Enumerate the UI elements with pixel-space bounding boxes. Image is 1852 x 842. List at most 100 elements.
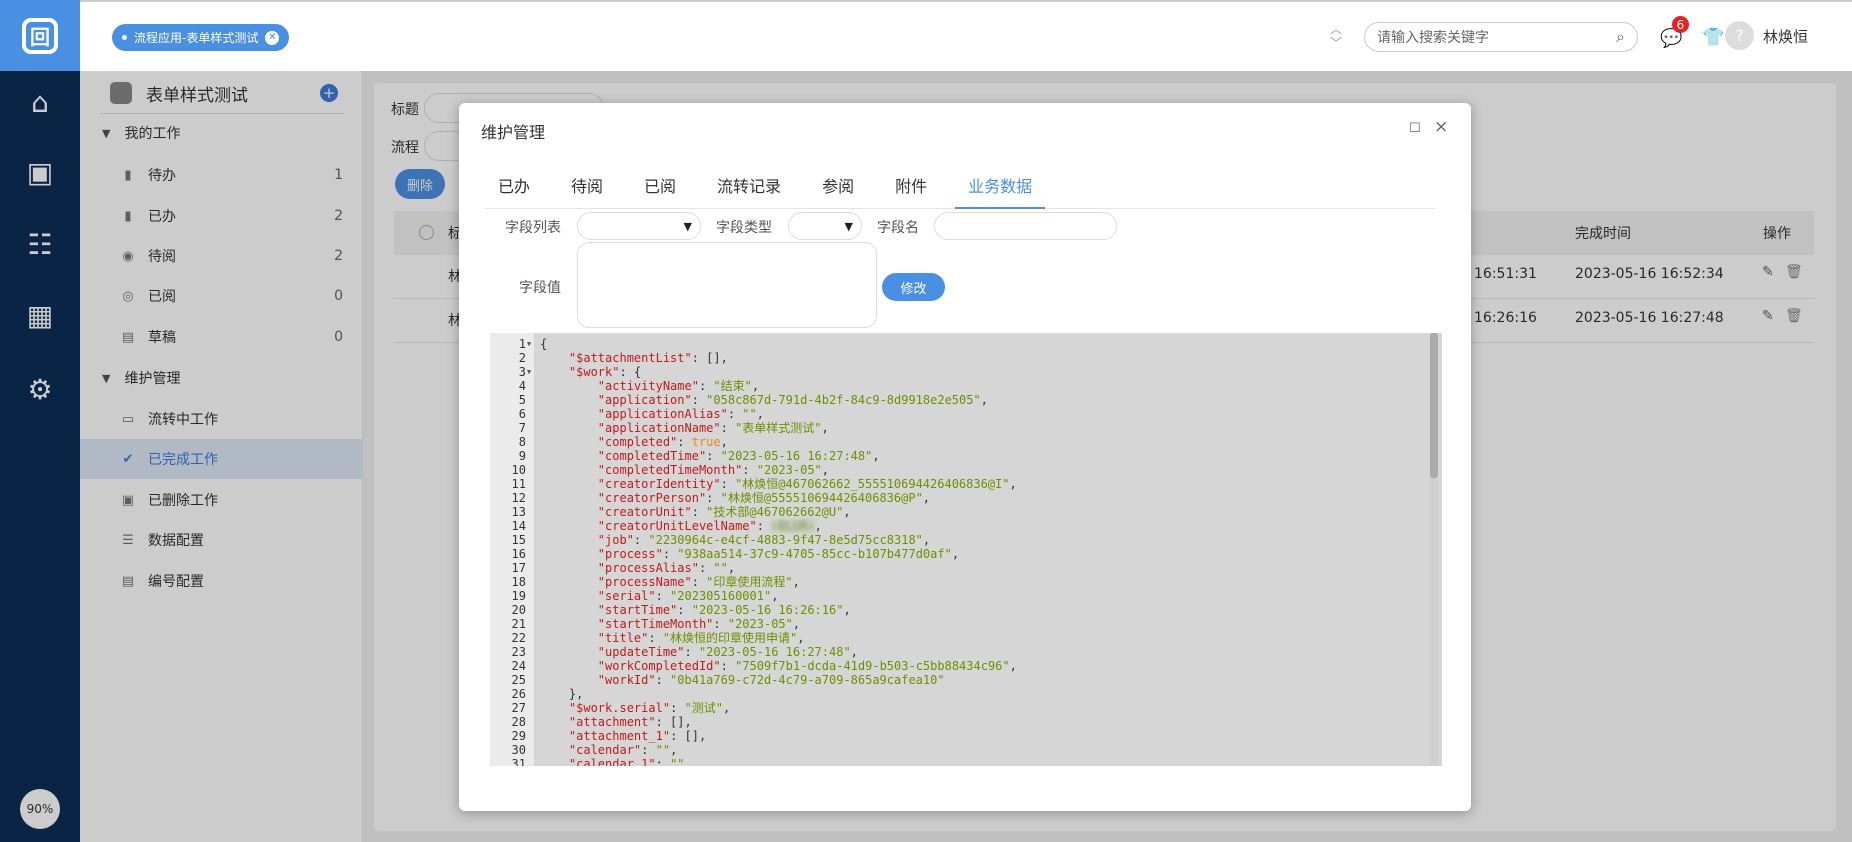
close-icon[interactable]: × [1434,117,1448,137]
app-logo[interactable]: 回 [0,0,80,71]
code-line: "activityName": "结束", [597,379,760,393]
code-line: "attachment_1": [], [568,729,707,743]
code-line: "application": "058c867d-791d-4b2f-84c9-… [597,393,988,407]
chevron-down-icon: ▼ [844,219,853,233]
fold-arrow-icon[interactable]: ▼ [527,337,531,351]
dialog-tabs: 已办 待阅 已阅 流转记录 参阅 附件 业务数据 [485,165,1435,209]
line-number: 15 [511,533,526,547]
code-line: }, [540,687,584,701]
code-line: "completedTime": "2023-05-16 16:27:48", [597,449,880,463]
skin-icon[interactable]: 👕 [1702,27,1724,48]
dot-icon [122,35,127,40]
line-number: 6 [518,407,526,421]
code-line: "processName": "印章使用流程", [597,575,800,589]
logo-icon: 回 [22,17,58,54]
code-line: "workCompletedId": "7509f7b1-dcda-41d9-b… [597,659,1017,673]
line-number: 24 [511,659,526,673]
tab-attachment[interactable]: 附件 [882,165,940,209]
app-tab-label: 流程应用-表单样式测试 [134,31,259,45]
line-number: 7 [518,421,526,435]
code-line: "startTime": "2023-05-16 16:26:16", [597,603,851,617]
code-line: "applicationName": "表单样式测试", [597,421,829,435]
code-line: "$attachmentList": [], [568,351,728,365]
code-line: "attachment": [], [568,715,692,729]
line-number: 26 [511,687,526,701]
code-line: { [540,337,548,351]
field-list-label: 字段列表 [505,220,561,236]
avatar[interactable]: ? [1725,21,1754,50]
tab-done[interactable]: 已办 [485,165,543,209]
message-badge: 6 [1672,16,1689,33]
line-number: 28 [511,715,526,729]
code-line: "creatorPerson": "林焕恒@555510694426406836… [597,491,931,505]
code-line: "serial": "202305160001", [597,589,779,603]
line-number: 19 [511,589,526,603]
json-editor[interactable]: 1 ▼ {2 "$attachmentList": [], 3 ▼ "$work": {… [490,333,1442,766]
line-number: 9 [518,449,526,463]
blurred-value: ~BLUR~ [771,519,815,533]
line-number: 2 [518,351,526,365]
tab-read[interactable]: 已阅 [631,165,689,209]
code-line: "title": "林焕恒的印章使用申请", [597,631,805,645]
line-number: 31 [511,757,526,766]
field-type-label: 字段类型 [716,220,772,236]
line-number: 11 [511,477,526,491]
line-number: 22 [511,631,526,645]
line-number: 1 [518,337,526,351]
line-number: 13 [511,505,526,519]
line-number: 29 [511,729,526,743]
code-line: "calendar": "", [568,743,678,757]
line-number: 12 [511,491,526,505]
fold-arrow-icon[interactable]: ▼ [527,365,531,379]
close-tab-icon[interactable]: ✕ [265,30,280,45]
chevron-down-icon: ▼ [683,219,692,233]
code-line: "updateTime": "2023-05-16 16:27:48", [597,645,858,659]
code-line: "$work.serial": "测试", [568,701,731,715]
line-number: 27 [511,701,526,715]
code-line: "workId": "0b41a769-c72d-4c79-a709-865a9… [597,673,945,687]
field-name-label: 字段名 [877,220,919,236]
line-number: 14 [511,519,526,533]
field-list-select[interactable]: ▼ [577,212,701,240]
dialog-title: 维护管理 [481,123,546,142]
line-number: 16 [511,547,526,561]
code-line: "applicationAlias": "", [597,407,764,421]
tab-review[interactable]: 参阅 [809,165,867,209]
code-line: "creatorIdentity": "林焕恒@467062662_555510… [597,477,1017,491]
code-line: "creatorUnitLevelName": ~BLUR~, [597,519,822,533]
user-name[interactable]: 林焕恒 [1763,26,1808,47]
line-number: 3 [518,365,526,379]
line-number: 10 [511,463,526,477]
line-number: 17 [511,561,526,575]
code-line: "completedTimeMonth": "2023-05", [597,463,830,477]
search-input[interactable]: 请输入搜索关键字 ⌕ [1364,22,1638,52]
tab-toread[interactable]: 待阅 [558,165,616,209]
tab-flow-record[interactable]: 流转记录 [704,165,794,209]
line-number: 18 [511,575,526,589]
scroll-tabs-chevrons[interactable]: ︿ ﹀ [1330,22,1342,50]
code-line: "processAlias": "", [597,561,736,575]
editor-scrollbar-thumb[interactable] [1430,333,1438,478]
code-line: "job": "2230964c-e4cf-4883-9f47-8e5d75cc… [597,533,931,547]
maintenance-dialog: 维护管理 ☐ × 已办 待阅 已阅 流转记录 参阅 附件 业务数据 字段列表 ▼… [459,103,1471,811]
code-line: "$work": { [568,365,642,379]
app-tab[interactable]: 流程应用-表单样式测试 ✕ [112,24,290,51]
code-line: "process": "938aa514-37c9-4705-85cc-b107… [597,547,960,561]
line-number: 8 [518,435,526,449]
modify-button[interactable]: 修改 [882,273,945,301]
code-line: "startTimeMonth": "2023-05", [597,617,801,631]
line-number: 4 [518,379,526,393]
line-number: 5 [518,393,526,407]
search-placeholder: 请输入搜索关键字 [1377,30,1489,46]
search-icon[interactable]: ⌕ [1616,27,1625,47]
line-number: 23 [511,645,526,659]
line-number: 20 [511,603,526,617]
code-line: "completed": true, [597,435,728,449]
code-line: "calendar_1": "" [568,757,685,766]
field-name-input[interactable] [934,212,1117,240]
field-value-textarea[interactable] [577,242,877,328]
maximize-icon[interactable]: ☐ [1409,121,1421,136]
line-number: 30 [511,743,526,757]
field-type-select[interactable]: ▼ [788,212,862,240]
tab-business-data[interactable]: 业务数据 [955,165,1046,209]
